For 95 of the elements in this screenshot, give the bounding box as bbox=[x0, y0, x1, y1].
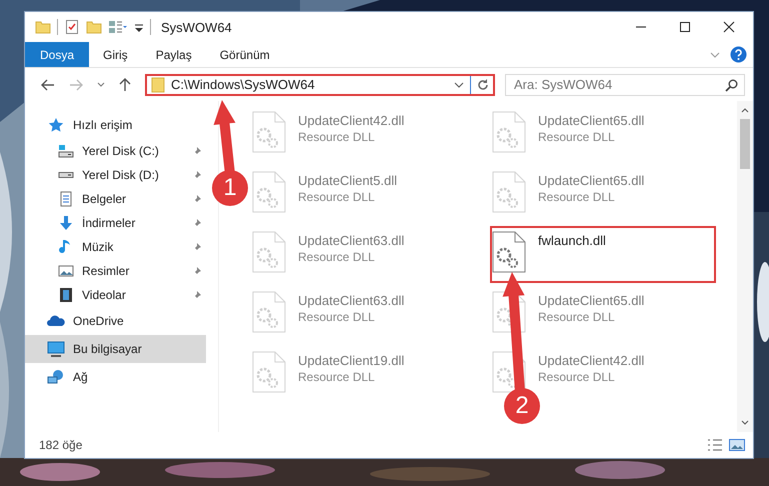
download-icon bbox=[58, 215, 74, 231]
gear-file-icon bbox=[252, 351, 286, 393]
search-icon bbox=[725, 78, 738, 92]
file-name: UpdateClient5.dll bbox=[298, 173, 398, 188]
file-item[interactable]: UpdateClient65.dll Resource DLL bbox=[490, 166, 716, 223]
chevron-icon[interactable] bbox=[710, 50, 720, 58]
maximize-icon[interactable] bbox=[679, 21, 691, 33]
scroll-up-icon[interactable] bbox=[741, 107, 749, 113]
file-item[interactable]: UpdateClient65.dll Resource DLL bbox=[490, 106, 716, 163]
file-name: UpdateClient65.dll bbox=[538, 173, 644, 188]
refresh-icon[interactable] bbox=[477, 78, 489, 90]
nav-item[interactable]: Belgeler bbox=[25, 187, 206, 211]
up-icon[interactable] bbox=[119, 78, 131, 92]
gear-file-icon bbox=[492, 171, 526, 213]
film-icon bbox=[58, 287, 74, 303]
nav-label: Resimler bbox=[82, 264, 130, 278]
back-icon[interactable] bbox=[41, 78, 55, 90]
file-item[interactable]: UpdateClient42.dll Resource DLL bbox=[250, 106, 476, 163]
computer-icon bbox=[47, 341, 65, 357]
file-type: Resource DLL bbox=[298, 130, 376, 144]
gear-file-icon bbox=[252, 231, 286, 273]
gear-file-icon bbox=[252, 111, 286, 153]
nav-item[interactable]: OneDrive bbox=[25, 307, 206, 335]
scrollbar[interactable] bbox=[737, 101, 753, 432]
file-item[interactable]: UpdateClient63.dll Resource DLL bbox=[250, 286, 476, 343]
nav-item[interactable]: İndirmeler bbox=[25, 211, 206, 235]
drive-icon bbox=[58, 143, 74, 159]
nav-item[interactable]: Ağ bbox=[25, 363, 206, 391]
ribbon-tab[interactable]: Giriş bbox=[89, 42, 142, 67]
view-icon[interactable] bbox=[108, 19, 128, 35]
file-name: UpdateClient19.dll bbox=[298, 353, 404, 368]
ribbon-tab[interactable]: Görünüm bbox=[206, 42, 284, 67]
file-type: Resource DLL bbox=[538, 190, 616, 204]
properties-icon[interactable] bbox=[64, 19, 80, 35]
nav-label: Hızlı erişim bbox=[73, 118, 132, 132]
nav-item[interactable]: Videolar bbox=[25, 283, 206, 307]
file-type: Resource DLL bbox=[538, 130, 616, 144]
star-icon bbox=[47, 117, 65, 133]
nav-label: Yerel Disk (D:) bbox=[82, 168, 159, 182]
ribbon-tab[interactable]: Paylaş bbox=[142, 42, 206, 67]
scroll-thumb[interactable] bbox=[740, 119, 750, 169]
file-name: UpdateClient65.dll bbox=[538, 293, 644, 308]
file-type: Resource DLL bbox=[298, 250, 376, 264]
nav-label: Videolar bbox=[82, 288, 126, 302]
nav-item[interactable]: Yerel Disk (D:) bbox=[25, 163, 206, 187]
file-item[interactable]: UpdateClient63.dll Resource DLL bbox=[250, 226, 476, 283]
file-name: UpdateClient63.dll bbox=[298, 293, 404, 308]
file-item[interactable]: fwlaunch.dll bbox=[490, 226, 716, 283]
nav-label: OneDrive bbox=[73, 314, 124, 328]
nav-label: Ağ bbox=[73, 370, 88, 384]
nav-item[interactable]: Hızlı erişim bbox=[25, 111, 206, 139]
file-type: Resource DLL bbox=[298, 310, 376, 324]
file-type: Resource DLL bbox=[538, 370, 616, 384]
nav-item[interactable]: Bu bilgisayar bbox=[25, 335, 206, 363]
dropdown-icon[interactable] bbox=[454, 82, 464, 88]
file-name: fwlaunch.dll bbox=[538, 233, 606, 248]
file-name: UpdateClient42.dll bbox=[538, 353, 644, 368]
file-item[interactable]: UpdateClient19.dll Resource DLL bbox=[250, 346, 476, 403]
network-icon bbox=[47, 369, 65, 385]
nav-label: İndirmeler bbox=[82, 216, 136, 230]
window-title: SysWOW64 bbox=[161, 20, 232, 34]
file-item[interactable]: UpdateClient5.dll Resource DLL bbox=[250, 166, 476, 223]
gear-file-icon bbox=[252, 291, 286, 333]
scroll-down-icon[interactable] bbox=[741, 420, 749, 426]
drive-icon bbox=[58, 172, 74, 178]
nav-label: Bu bilgisayar bbox=[73, 342, 142, 356]
gear-file-icon bbox=[252, 171, 286, 213]
document-icon bbox=[58, 191, 74, 207]
nav-label: Müzik bbox=[82, 240, 114, 254]
address-bar[interactable]: C:\Windows\SysWOW64 bbox=[145, 74, 495, 96]
file-name: UpdateClient65.dll bbox=[538, 113, 644, 128]
ribbon-tab[interactable]: Dosya bbox=[25, 42, 90, 67]
nav-label: Belgeler bbox=[82, 192, 126, 206]
cloud-icon bbox=[47, 313, 65, 329]
chevron-icon[interactable] bbox=[97, 82, 105, 88]
file-type: Resource DLL bbox=[298, 370, 376, 384]
large-icons-view-icon[interactable] bbox=[729, 439, 745, 451]
folder-icon bbox=[151, 76, 165, 92]
nav-item[interactable]: Resimler bbox=[25, 259, 206, 283]
file-name: UpdateClient63.dll bbox=[298, 233, 404, 248]
address-path: C:\Windows\SysWOW64 bbox=[171, 77, 316, 92]
gear-file-icon bbox=[492, 231, 526, 273]
nav-label: Yerel Disk (C:) bbox=[82, 144, 159, 158]
nav-item[interactable]: Yerel Disk (C:) bbox=[25, 139, 206, 163]
help-icon[interactable] bbox=[730, 46, 747, 63]
picture-icon bbox=[58, 263, 74, 279]
file-type: Resource DLL bbox=[298, 190, 376, 204]
close-icon[interactable] bbox=[723, 21, 735, 33]
search-field[interactable]: Ara: SysWOW64 bbox=[505, 74, 745, 96]
details-view-icon[interactable] bbox=[707, 439, 723, 451]
file-name: UpdateClient42.dll bbox=[298, 113, 404, 128]
gear-file-icon bbox=[492, 111, 526, 153]
nav-item[interactable]: Müzik bbox=[25, 235, 206, 259]
item-count: 182 öğe bbox=[39, 438, 82, 452]
file-type: Resource DLL bbox=[538, 310, 616, 324]
